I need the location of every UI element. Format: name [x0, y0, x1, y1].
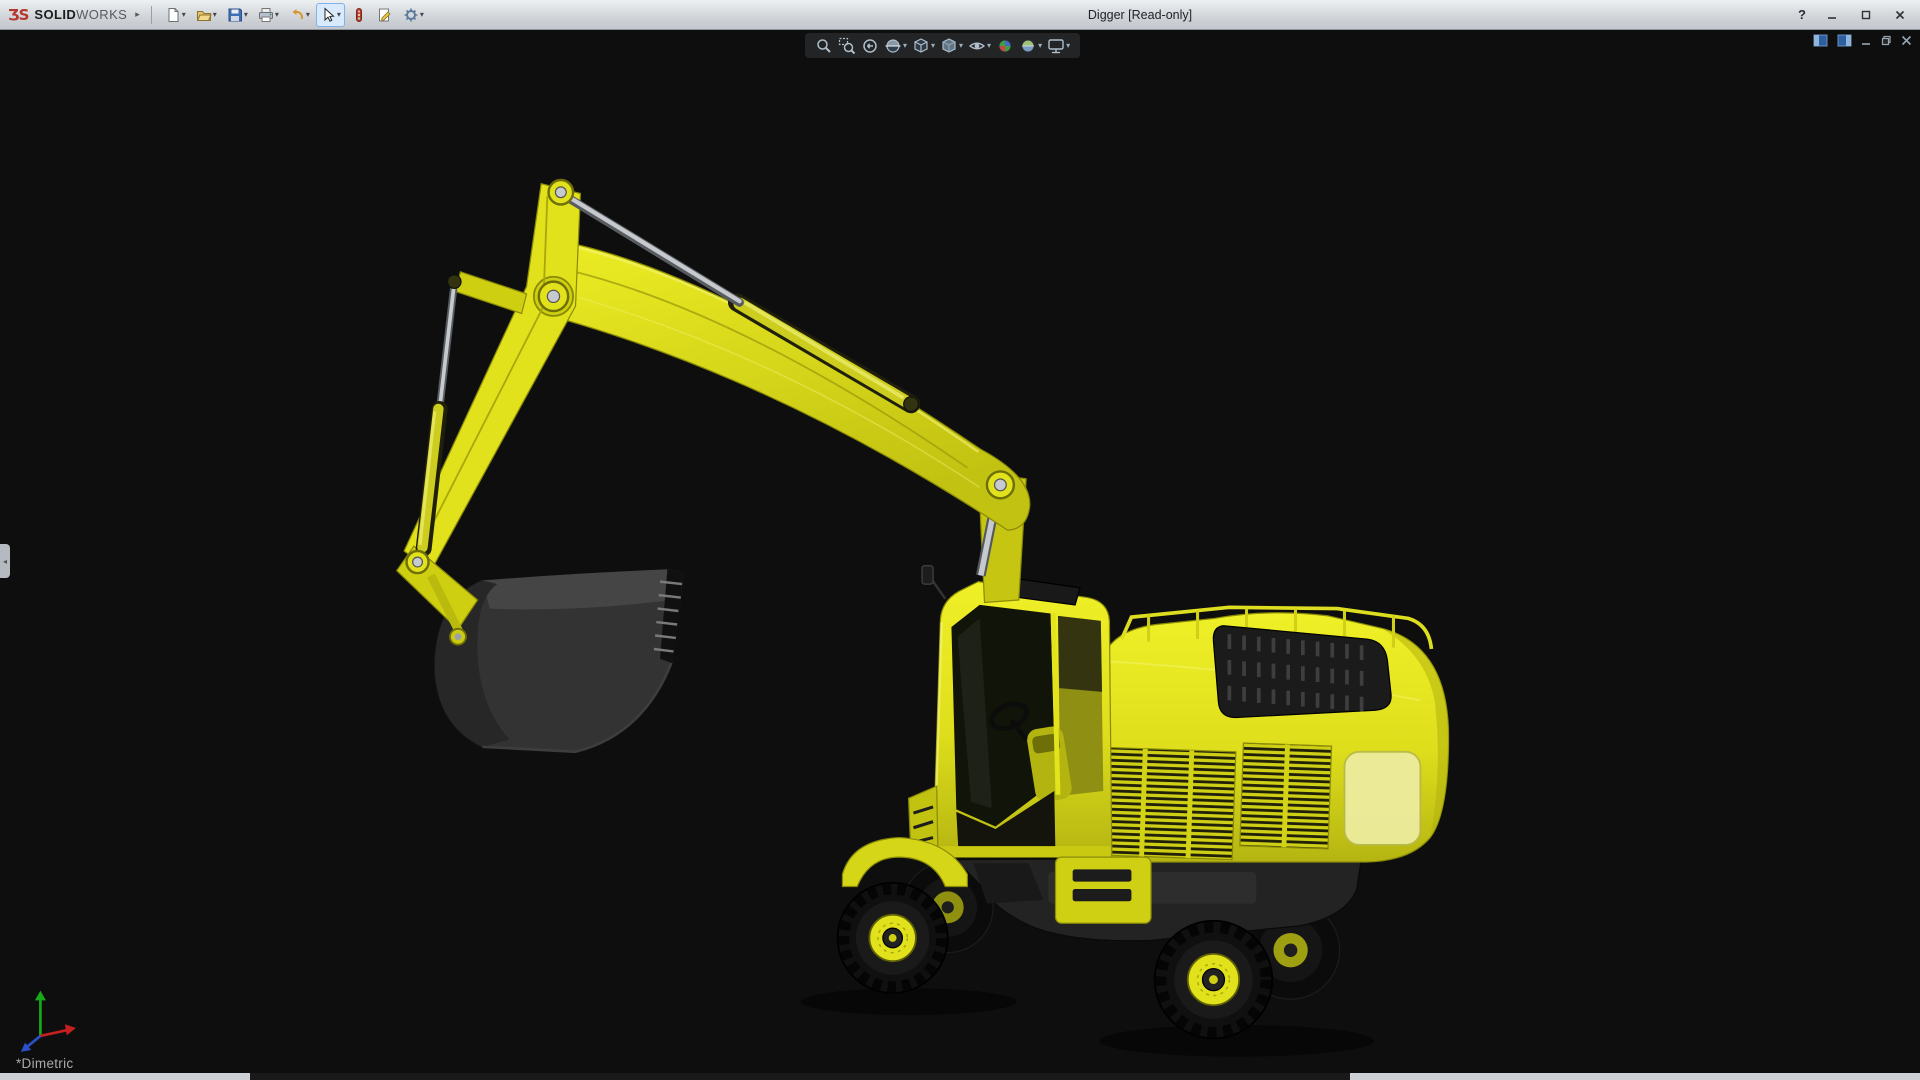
3d-viewport[interactable]: [0, 0, 1920, 1080]
hide-show-items-button[interactable]: ▾: [968, 37, 991, 55]
toolbar-separator: [151, 6, 152, 24]
edit-appearance-ball-icon: [996, 37, 1014, 55]
file-properties-icon: [377, 7, 393, 23]
undo-icon: [289, 7, 305, 23]
apply-scene-button[interactable]: ▾: [1019, 37, 1042, 55]
app-brand: SOLIDWORKS: [34, 7, 127, 22]
select-cursor-icon: [320, 7, 336, 23]
display-style-button[interactable]: ▾: [940, 37, 963, 55]
zoom-to-area-icon: [838, 37, 856, 55]
chevron-left-icon: ◂: [3, 557, 7, 566]
file-properties-button[interactable]: [373, 3, 397, 27]
undo-button[interactable]: ▾: [285, 3, 314, 27]
application-window: ƷS SOLIDWORKS ▸ ▾ ▾: [0, 0, 1920, 1080]
zoom-to-fit-button[interactable]: [815, 37, 833, 55]
feature-panel-collapse-tab[interactable]: ◂: [0, 544, 10, 578]
edit-appearance-button[interactable]: [996, 37, 1014, 55]
rebuild-traffic-light-icon: [351, 7, 367, 23]
save-button[interactable]: ▾: [223, 3, 252, 27]
zoom-to-area-button[interactable]: [838, 37, 856, 55]
close-document-icon: [1901, 35, 1912, 46]
show-left-pane-button[interactable]: [1813, 34, 1828, 47]
view-orientation-cube-icon: [912, 37, 930, 55]
view-orientation-label: *Dimetric: [16, 1056, 73, 1071]
heads-up-view-toolbar: ▾ ▾ ▾ ▾: [805, 33, 1080, 58]
cab[interactable]: [922, 566, 1112, 857]
display-style-icon: [940, 37, 958, 55]
new-document-icon: [165, 7, 181, 23]
solidworks-logo-icon: ƷS: [8, 6, 28, 24]
engine-body[interactable]: [1095, 607, 1449, 862]
view-orientation-button[interactable]: ▾: [912, 37, 935, 55]
menu-expander-icon[interactable]: ▸: [135, 9, 140, 20]
front-left-wheel[interactable]: [838, 883, 948, 993]
view-settings-button[interactable]: ▾: [1047, 37, 1070, 55]
minimize-document-icon: [1861, 35, 1872, 46]
rebuild-button[interactable]: [347, 3, 371, 27]
document-window-controls: [1813, 34, 1912, 47]
status-bar-dark-segment: [250, 1073, 1350, 1080]
close-icon: [1895, 10, 1905, 20]
maximize-icon: [1861, 10, 1871, 20]
minimize-document-button[interactable]: [1861, 35, 1872, 46]
side-grilles: [1095, 743, 1332, 860]
show-right-pane-button[interactable]: [1837, 34, 1852, 47]
close-button[interactable]: [1888, 5, 1912, 25]
side-panel-window[interactable]: [1344, 752, 1420, 845]
left-pane-icon: [1813, 34, 1828, 47]
minimize-icon: [1827, 10, 1837, 20]
options-gear-icon: [403, 7, 419, 23]
open-button[interactable]: ▾: [192, 3, 221, 27]
previous-view-icon: [861, 37, 879, 55]
print-icon: [258, 7, 274, 23]
options-button[interactable]: ▾: [399, 3, 428, 27]
select-button[interactable]: ▾: [316, 3, 345, 27]
section-view-button[interactable]: ▾: [884, 37, 907, 55]
title-bar: ƷS SOLIDWORKS ▸ ▾ ▾: [0, 0, 1920, 30]
new-document-button[interactable]: ▾: [161, 3, 190, 27]
maximize-button[interactable]: [1854, 5, 1878, 25]
view-settings-icon: [1047, 37, 1065, 55]
close-document-button[interactable]: [1901, 35, 1912, 46]
print-button[interactable]: ▾: [254, 3, 283, 27]
help-button[interactable]: ?: [1794, 7, 1810, 22]
engine-vent-cover[interactable]: [1213, 626, 1391, 718]
hide-show-eye-icon: [968, 37, 986, 55]
section-view-icon: [884, 37, 902, 55]
restore-document-button[interactable]: [1881, 35, 1892, 46]
zoom-to-fit-icon: [815, 37, 833, 55]
restore-document-icon: [1881, 35, 1892, 46]
rear-left-wheel[interactable]: [1155, 921, 1273, 1039]
window-title: Digger [Read-only]: [1088, 8, 1192, 22]
open-folder-icon: [196, 7, 212, 23]
save-icon: [227, 7, 243, 23]
right-pane-icon: [1837, 34, 1852, 47]
status-bar: [0, 1073, 1920, 1080]
mirror: [922, 566, 933, 584]
previous-view-button[interactable]: [861, 37, 879, 55]
minimize-button[interactable]: [1820, 5, 1844, 25]
apply-scene-globe-icon: [1019, 37, 1037, 55]
